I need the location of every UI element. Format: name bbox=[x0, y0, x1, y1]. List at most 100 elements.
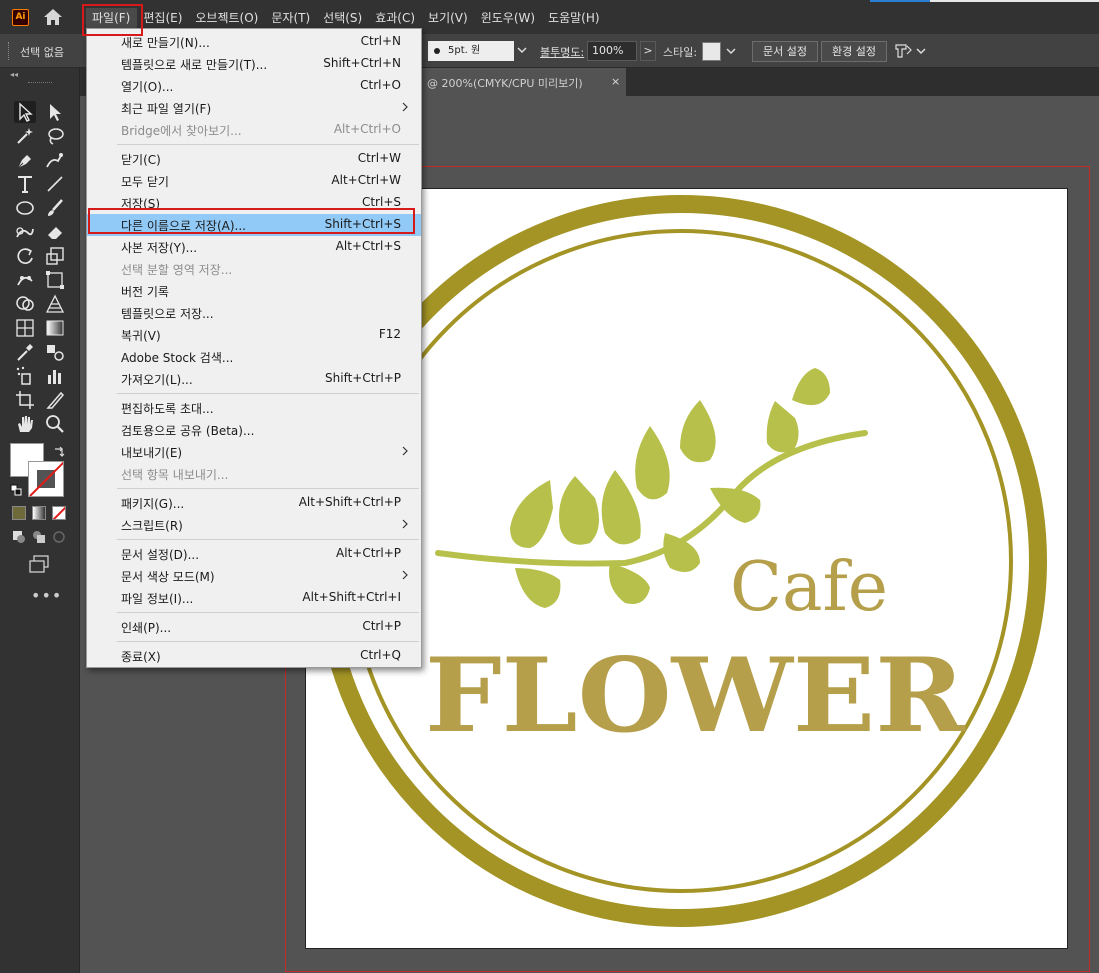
stroke-profile-field[interactable]: 5pt. 원 bbox=[428, 41, 514, 61]
file-menu-item[interactable]: 최근 파일 열기(F) bbox=[87, 97, 421, 119]
edit-toolbar-more-icon[interactable]: ••• bbox=[31, 586, 62, 605]
artboard-tool-icon[interactable] bbox=[14, 389, 36, 411]
ellipse-tool-icon[interactable] bbox=[14, 197, 36, 219]
direct-selection-tool-icon[interactable] bbox=[44, 101, 66, 123]
draw-normal-icon[interactable] bbox=[12, 530, 26, 544]
opacity-slider-button[interactable]: > bbox=[640, 41, 656, 61]
line-segment-tool-icon[interactable] bbox=[44, 173, 66, 195]
file-menu-item[interactable]: 종료(X) Ctrl+Q bbox=[87, 645, 421, 667]
menu-item-label: Adobe Stock 검색... bbox=[121, 351, 234, 365]
pen-tool-icon[interactable] bbox=[14, 149, 36, 171]
file-menu-item[interactable]: 인쇄(P)... Ctrl+P bbox=[87, 616, 421, 638]
menu-item-label: 최근 파일 열기(F) bbox=[121, 102, 212, 116]
zoom-tool-icon[interactable] bbox=[44, 413, 66, 435]
menu-edit[interactable]: 편집(E) bbox=[137, 8, 189, 28]
rotate-tool-icon[interactable] bbox=[14, 245, 36, 267]
chevron-down-icon[interactable] bbox=[516, 43, 528, 57]
submenu-arrow-icon bbox=[402, 446, 408, 456]
eraser-tool-icon[interactable] bbox=[44, 221, 66, 243]
shape-builder-tool-icon[interactable] bbox=[14, 293, 36, 315]
graphic-style-swatch[interactable] bbox=[702, 42, 721, 61]
menu-select[interactable]: 선택(S) bbox=[317, 8, 369, 28]
swap-fill-stroke-icon[interactable] bbox=[52, 445, 66, 459]
puppet-warp-tool-icon[interactable] bbox=[14, 269, 36, 291]
lasso-tool-icon[interactable] bbox=[44, 125, 66, 147]
leaf-shape bbox=[766, 401, 799, 453]
symbol-sprayer-tool-icon[interactable] bbox=[14, 365, 36, 387]
control-bar-grip[interactable] bbox=[8, 42, 10, 60]
perspective-grid-tool-icon[interactable] bbox=[44, 293, 66, 315]
file-menu-item[interactable]: 열기(O)... Ctrl+O bbox=[87, 75, 421, 97]
draw-behind-icon[interactable] bbox=[32, 530, 46, 544]
file-menu-item[interactable]: 가져오기(L)... Shift+Ctrl+P bbox=[87, 368, 421, 390]
leaf-shape bbox=[635, 426, 670, 500]
menu-item-shortcut: Alt+Ctrl+O bbox=[333, 122, 401, 136]
gradient-tool-icon[interactable] bbox=[44, 317, 66, 339]
chevron-down-icon[interactable] bbox=[724, 43, 738, 59]
menu-window[interactable]: 윈도우(W) bbox=[475, 8, 542, 28]
document-tab-title: @ 200%(CMYK/CPU 미리보기) bbox=[427, 77, 583, 90]
menu-item-label: 가져오기(L)... bbox=[121, 373, 193, 387]
leaf-shape bbox=[515, 568, 561, 608]
file-menu-item[interactable]: 템플릿으로 저장... bbox=[87, 302, 421, 324]
file-menu-item[interactable]: 닫기(C) Ctrl+W bbox=[87, 148, 421, 170]
home-icon[interactable] bbox=[41, 7, 65, 27]
menu-view[interactable]: 보기(V) bbox=[422, 8, 475, 28]
panel-grip[interactable] bbox=[28, 82, 52, 84]
arrange-documents-icon[interactable] bbox=[893, 42, 927, 60]
file-menu-item[interactable]: 버전 기록 bbox=[87, 280, 421, 302]
screen-mode-icon[interactable] bbox=[28, 555, 50, 573]
opacity-label[interactable]: 불투명도: bbox=[540, 44, 584, 60]
free-transform-tool-icon[interactable] bbox=[44, 269, 66, 291]
hand-tool-icon[interactable] bbox=[14, 413, 36, 435]
submenu-arrow-icon bbox=[402, 519, 408, 529]
file-menu-item[interactable]: 스크립트(R) bbox=[87, 514, 421, 536]
slice-tool-icon[interactable] bbox=[44, 389, 66, 411]
menu-type[interactable]: 문자(T) bbox=[265, 8, 317, 28]
leaf-shape bbox=[559, 476, 599, 545]
menu-item-label: 내보내기(E) bbox=[121, 446, 183, 460]
blend-tool-icon[interactable] bbox=[44, 341, 66, 363]
preferences-button[interactable]: 환경 설정 bbox=[821, 41, 887, 62]
menu-item-shortcut: Ctrl+O bbox=[360, 78, 401, 92]
menu-effect[interactable]: 효과(C) bbox=[369, 8, 422, 28]
menu-item-label: 검토용으로 공유 (Beta)... bbox=[121, 424, 255, 438]
file-menu-item[interactable]: 사본 저장(Y)... Alt+Ctrl+S bbox=[87, 236, 421, 258]
opacity-input[interactable]: 100% bbox=[587, 41, 637, 61]
collapse-panel-icon[interactable]: ◂◂ bbox=[10, 70, 18, 79]
file-menu-item[interactable]: Adobe Stock 검색... bbox=[87, 346, 421, 368]
file-menu-item[interactable]: 문서 설정(D)... Alt+Ctrl+P bbox=[87, 543, 421, 565]
file-menu-item[interactable]: 패키지(G)... Alt+Shift+Ctrl+P bbox=[87, 492, 421, 514]
none-mode-icon[interactable] bbox=[52, 506, 66, 520]
gradient-mode-icon[interactable] bbox=[32, 506, 46, 520]
curvature-tool-icon[interactable] bbox=[44, 149, 66, 171]
eyedropper-tool-icon[interactable] bbox=[14, 341, 36, 363]
magic-wand-tool-icon[interactable] bbox=[14, 125, 36, 147]
close-tab-icon[interactable]: × bbox=[611, 75, 620, 88]
leaf-shape bbox=[601, 470, 641, 545]
file-menu-item: 선택 항목 내보내기... bbox=[87, 463, 421, 485]
mesh-tool-icon[interactable] bbox=[14, 317, 36, 339]
column-graph-tool-icon[interactable] bbox=[44, 365, 66, 387]
file-menu-item[interactable]: 템플릿으로 새로 만들기(T)... Shift+Ctrl+N bbox=[87, 53, 421, 75]
document-setup-button[interactable]: 문서 설정 bbox=[752, 41, 818, 62]
selection-tool-icon[interactable] bbox=[14, 101, 36, 123]
file-menu-item[interactable]: 모두 닫기 Alt+Ctrl+W bbox=[87, 170, 421, 192]
type-tool-icon[interactable] bbox=[14, 173, 36, 195]
file-menu-item[interactable]: 파일 정보(I)... Alt+Shift+Ctrl+I bbox=[87, 587, 421, 609]
stroke-color-swatch[interactable] bbox=[28, 461, 64, 497]
scale-tool-icon[interactable] bbox=[44, 245, 66, 267]
main-menus: 파일(F) 편집(E) 오브젝트(O) 문자(T) 선택(S) 효과(C) 보기… bbox=[86, 8, 607, 28]
file-menu-item[interactable]: 검토용으로 공유 (Beta)... bbox=[87, 419, 421, 441]
file-menu-item[interactable]: 내보내기(E) bbox=[87, 441, 421, 463]
draw-inside-icon[interactable] bbox=[52, 530, 66, 544]
color-mode-icon[interactable] bbox=[12, 506, 26, 520]
menu-help[interactable]: 도움말(H) bbox=[542, 8, 607, 28]
paintbrush-tool-icon[interactable] bbox=[44, 197, 66, 219]
file-menu-item[interactable]: 문서 색상 모드(M) bbox=[87, 565, 421, 587]
file-menu-item[interactable]: 복귀(V) F12 bbox=[87, 324, 421, 346]
menu-object[interactable]: 오브젝트(O) bbox=[189, 8, 265, 28]
default-fill-stroke-icon[interactable] bbox=[10, 484, 22, 496]
file-menu-item[interactable]: 편집하도록 초대... bbox=[87, 397, 421, 419]
shaper-tool-icon[interactable] bbox=[14, 221, 36, 243]
